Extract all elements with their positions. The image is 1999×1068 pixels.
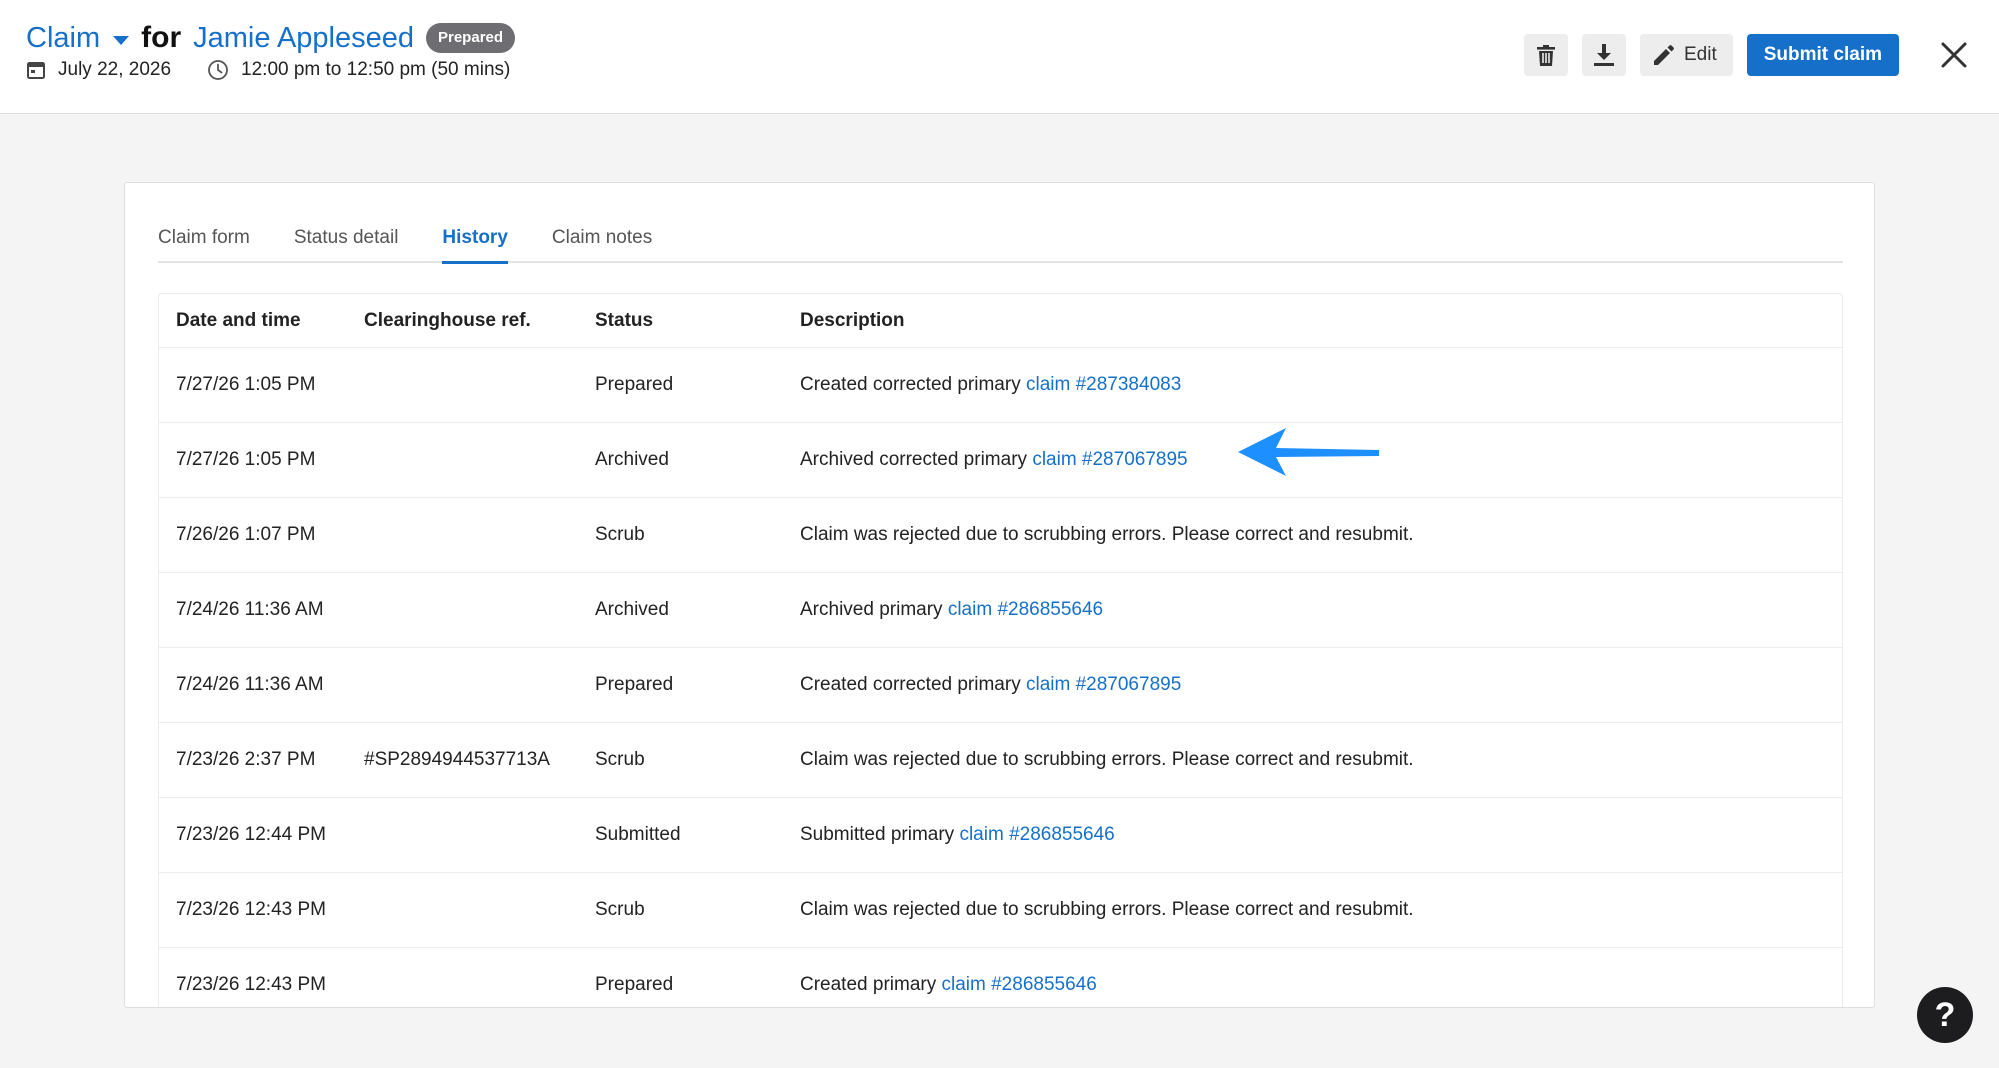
table-row: 7/24/26 11:36 AM Prepared Created correc… [159, 648, 1842, 723]
row-datetime: 7/23/26 12:43 PM [176, 974, 326, 995]
claim-link[interactable]: claim #286855646 [942, 974, 1097, 995]
status-badge: Prepared [426, 23, 516, 53]
row-status: Scrub [595, 524, 645, 545]
tab-history[interactable]: History [442, 219, 508, 264]
row-datetime: 7/23/26 12:44 PM [176, 824, 326, 845]
calendar-icon [27, 62, 45, 79]
row-status: Prepared [595, 674, 674, 695]
edit-button[interactable]: Edit [1640, 34, 1733, 76]
row-description: Claim was rejected due to scrubbing erro… [800, 899, 1842, 921]
appointment-meta: July 22, 2026 12:00 pm to 12:50 pm (50 m… [26, 58, 510, 82]
claim-header: Claim for Jamie Appleseed Prepared July … [0, 0, 1999, 114]
pencil-icon [1654, 45, 1674, 65]
chevron-down-icon[interactable] [113, 35, 130, 45]
download-icon [1594, 44, 1614, 66]
description-text: Submitted primary [800, 824, 955, 845]
column-header-description: Description [800, 309, 905, 331]
claim-link[interactable]: claim #286855646 [948, 599, 1103, 620]
row-datetime: 7/24/26 11:36 AM [176, 599, 324, 620]
description-text: Claim was rejected due to scrubbing erro… [800, 749, 1414, 770]
annotation-arrow-icon [1238, 428, 1379, 476]
claim-card: Claim form Status detail History Claim n… [124, 182, 1875, 1008]
download-button[interactable] [1582, 34, 1626, 76]
row-description: Created corrected primary claim #2870678… [800, 674, 1842, 696]
row-description: Claim was rejected due to scrubbing erro… [800, 524, 1842, 546]
table-row: 7/24/26 11:36 AM Archived Archived prima… [159, 573, 1842, 648]
table-row: 7/27/26 1:05 PM Archived Archived correc… [159, 423, 1842, 498]
patient-name-link[interactable]: Jamie Appleseed [193, 22, 414, 55]
row-ref: #SP2894944537713A [364, 749, 550, 770]
submit-claim-button[interactable]: Submit claim [1746, 34, 1899, 76]
clock-icon [208, 60, 228, 80]
tab-claim-notes[interactable]: Claim notes [552, 219, 652, 263]
description-text: Archived primary [800, 599, 943, 620]
title-for-text: for [141, 21, 182, 54]
row-description: Archived primary claim #286855646 [800, 599, 1842, 621]
help-button[interactable]: ? [1917, 987, 1973, 1043]
trash-icon [1537, 44, 1555, 66]
table-row: 7/23/26 2:37 PM #SP2894944537713A Scrub … [159, 723, 1842, 798]
column-header-datetime: Date and time [176, 309, 301, 331]
table-row: 7/27/26 1:05 PM Prepared Created correct… [159, 348, 1842, 423]
table-row: 7/23/26 12:43 PM Scrub Claim was rejecte… [159, 873, 1842, 948]
claim-link[interactable]: claim #286855646 [959, 824, 1114, 845]
row-datetime: 7/27/26 1:05 PM [176, 449, 316, 470]
row-status: Archived [595, 449, 669, 470]
appointment-date: July 22, 2026 [58, 59, 172, 80]
table-row: 7/23/26 12:43 PM Prepared Created primar… [159, 948, 1842, 1007]
table-header: Date and time Clearinghouse ref. Status … [159, 294, 1842, 348]
row-description: Claim was rejected due to scrubbing erro… [800, 749, 1842, 771]
delete-button[interactable] [1524, 34, 1568, 76]
claim-link[interactable]: claim #287384083 [1026, 374, 1181, 395]
row-datetime: 7/23/26 2:37 PM [176, 749, 316, 770]
claim-tabs: Claim form Status detail History Claim n… [158, 219, 1843, 264]
table-row: 7/23/26 12:44 PM Submitted Submitted pri… [159, 798, 1842, 873]
row-datetime: 7/23/26 12:43 PM [176, 899, 326, 920]
header-actions: Edit Submit claim [1524, 34, 1899, 76]
description-text: Claim was rejected due to scrubbing erro… [800, 899, 1414, 920]
row-status: Submitted [595, 824, 681, 845]
description-text: Archived corrected primary [800, 449, 1028, 470]
tab-claim-form[interactable]: Claim form [158, 219, 250, 263]
row-status: Archived [595, 599, 669, 620]
history-table: Date and time Clearinghouse ref. Status … [158, 293, 1843, 1007]
appointment-time: 12:00 pm to 12:50 pm (50 mins) [241, 59, 511, 80]
row-status: Scrub [595, 899, 645, 920]
claim-link[interactable]: claim #287067895 [1026, 674, 1181, 695]
row-description: Created primary claim #286855646 [800, 974, 1842, 996]
claim-title: Claim for Jamie Appleseed Prepared [26, 18, 516, 58]
row-description: Created corrected primary claim #2873840… [800, 374, 1842, 396]
column-header-ref: Clearinghouse ref. [364, 309, 531, 331]
claim-link[interactable]: claim #287067895 [1032, 449, 1187, 470]
row-status: Scrub [595, 749, 645, 770]
description-text: Created primary [800, 974, 937, 995]
close-icon[interactable] [1939, 40, 1969, 70]
column-header-status: Status [595, 309, 654, 331]
tab-status-detail[interactable]: Status detail [294, 219, 399, 263]
claim-type-dropdown[interactable]: Claim [26, 22, 100, 55]
edit-label: Edit [1684, 44, 1717, 65]
description-text: Claim was rejected due to scrubbing erro… [800, 524, 1414, 545]
row-datetime: 7/26/26 1:07 PM [176, 524, 316, 545]
row-status: Prepared [595, 374, 674, 395]
table-row: 7/26/26 1:07 PM Scrub Claim was rejected… [159, 498, 1842, 573]
description-text: Created corrected primary [800, 674, 1021, 695]
row-datetime: 7/27/26 1:05 PM [176, 374, 316, 395]
row-description: Submitted primary claim #286855646 [800, 824, 1842, 846]
row-datetime: 7/24/26 11:36 AM [176, 674, 324, 695]
description-text: Created corrected primary [800, 374, 1021, 395]
row-status: Prepared [595, 974, 674, 995]
